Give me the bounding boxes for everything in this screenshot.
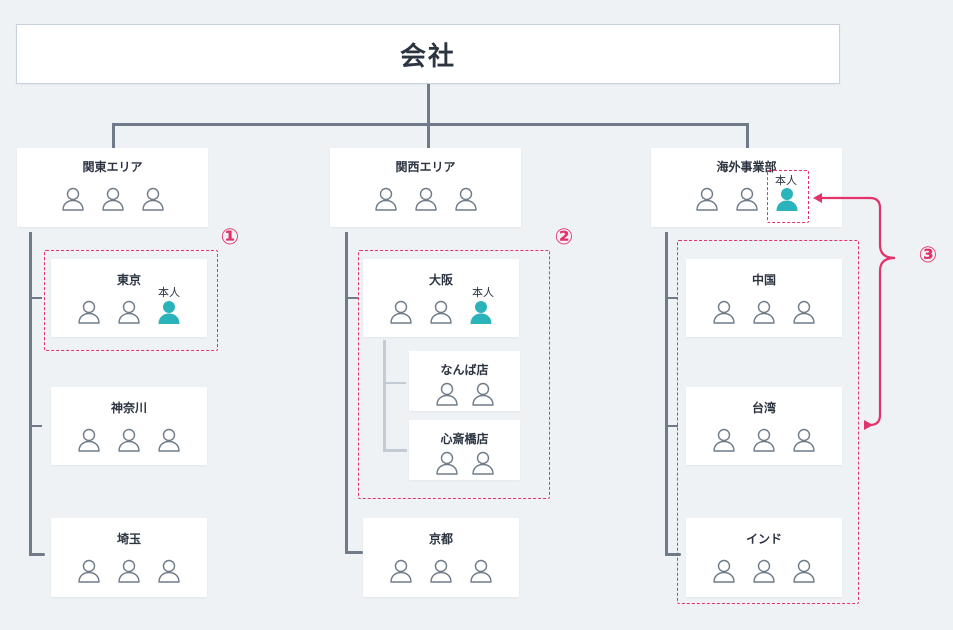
arrowhead-up-icon [813,193,822,203]
move-arrow-bracket [818,196,896,427]
arrowhead-down-icon [864,420,873,430]
move-arrow-overlay [813,193,896,430]
